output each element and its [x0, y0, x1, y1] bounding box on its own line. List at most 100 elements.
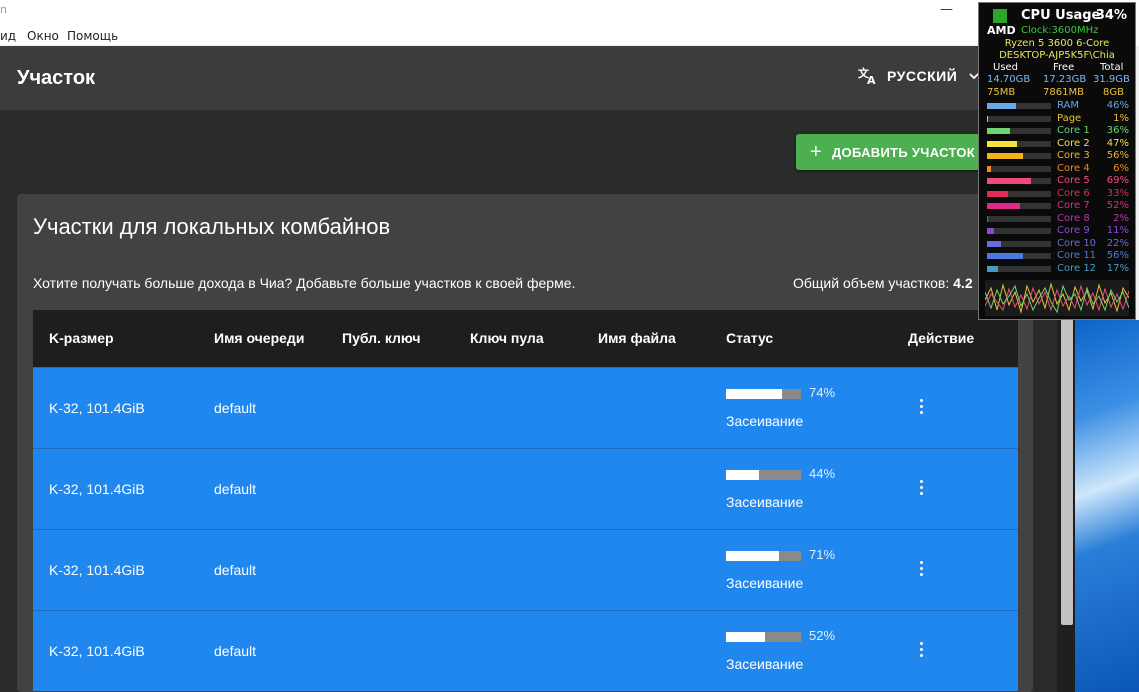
- cpu-total: 34%: [1095, 8, 1127, 23]
- page-title: Участок: [17, 67, 96, 89]
- header-status: Статус: [726, 330, 774, 346]
- meter-value: 47%: [1106, 137, 1129, 149]
- progress-fill: [726, 632, 765, 642]
- meter-row: Core 4 6%: [987, 163, 1129, 175]
- meter-value: 69%: [1106, 175, 1129, 186]
- table-row[interactable]: K-32, 101.4GiB default 74% Засеивание: [33, 367, 1018, 448]
- header-queue-name: Имя очереди: [214, 330, 305, 346]
- meter-value: 56%: [1106, 250, 1129, 261]
- meter-fill: [987, 215, 989, 222]
- meter-row: Core 5 69%: [987, 175, 1129, 187]
- cpu-usage-gadget[interactable]: AMD CPU Usage 34% Clock:3600MHz Ryzen 5 …: [978, 2, 1136, 320]
- page-used: 75MB: [987, 87, 1016, 98]
- progress-fill: [726, 389, 782, 399]
- cell-queue-name: default: [214, 481, 257, 497]
- progress-percent: 74%: [809, 385, 836, 400]
- meter-bar: [987, 240, 1051, 247]
- meter-row: Core 12 17%: [987, 263, 1129, 275]
- svg-text:A: A: [867, 74, 876, 85]
- cell-k-size: K-32, 101.4GiB: [49, 562, 145, 578]
- cpu-clock: Clock:3600MHz: [1021, 25, 1099, 36]
- meter-bar: [987, 228, 1051, 234]
- meter-bar: [987, 103, 1051, 109]
- header-action: Действие: [908, 330, 975, 346]
- desktop-wallpaper: [1075, 320, 1139, 692]
- meter-value: 56%: [1106, 150, 1129, 161]
- meter-value: 11%: [1106, 225, 1129, 236]
- meter-row: Page 1%: [987, 113, 1129, 125]
- table-row[interactable]: K-32, 101.4GiB default 52% Засеивание: [33, 610, 1018, 691]
- meter-value: 46%: [1106, 100, 1129, 111]
- meter-bar: [987, 153, 1051, 159]
- meter-row: Core 10 22%: [987, 238, 1129, 250]
- meter-bar: [987, 215, 1051, 222]
- status-label: Засеивание: [726, 494, 804, 510]
- meter-fill: [987, 253, 1023, 259]
- brand-label: AMD: [987, 24, 1016, 37]
- plus-icon: +: [810, 141, 822, 163]
- mem-header-total: Total: [1100, 62, 1124, 73]
- host-name: DESKTOP-AJP5K5F\Chia: [999, 50, 1115, 61]
- progress-bar: [726, 551, 801, 561]
- meter-row: Core 11 56%: [987, 250, 1129, 262]
- amd-logo: AMD: [987, 9, 1016, 37]
- language-selector[interactable]: 文 A РУССКИЙ: [858, 67, 988, 85]
- mem-header-used: Used: [993, 62, 1019, 73]
- meter-row: Core 1 36%: [987, 125, 1129, 137]
- menu-window[interactable]: Окно: [27, 29, 59, 43]
- cell-k-size: K-32, 101.4GiB: [49, 400, 145, 416]
- meter-row: Core 6 33%: [987, 188, 1129, 200]
- meter-value: 2%: [1113, 212, 1129, 224]
- cell-queue-name: default: [214, 643, 257, 659]
- meter-row: Core 3 56%: [987, 150, 1129, 162]
- window-title-fragment: n: [0, 3, 7, 16]
- page-total: 8GB: [1103, 87, 1124, 98]
- meter-value: 6%: [1113, 162, 1129, 174]
- header-public-key: Публ. ключ: [342, 330, 421, 346]
- table-row[interactable]: K-32, 101.4GiB default 71% Засеивание: [33, 529, 1018, 610]
- language-label: РУССКИЙ: [887, 68, 958, 84]
- meter-label: Core 9: [1057, 225, 1090, 236]
- translate-icon: 文 A: [858, 67, 876, 85]
- total-plot-size: Общий объем участков: 4.2: [793, 275, 973, 291]
- meter-value: 22%: [1106, 237, 1129, 249]
- cpu-history-graph: [985, 280, 1129, 316]
- more-actions-icon[interactable]: [916, 399, 926, 417]
- ram-total: 31.9GB: [1093, 74, 1130, 85]
- minimize-icon[interactable]: —: [940, 2, 953, 17]
- header-file-name: Имя файла: [598, 330, 676, 346]
- more-actions-icon[interactable]: [916, 480, 926, 498]
- more-actions-icon[interactable]: [916, 642, 926, 660]
- meter-label: Core 11: [1057, 250, 1097, 261]
- meter-fill: [987, 165, 991, 172]
- page-free: 7861MB: [1043, 87, 1084, 98]
- meter-value: 33%: [1106, 187, 1129, 199]
- meter-bar: [987, 128, 1051, 134]
- app-bar: Участок 文 A РУССКИЙ: [0, 46, 1075, 110]
- status-label: Засеивание: [726, 413, 804, 429]
- meter-bar: [987, 140, 1051, 147]
- menu-view[interactable]: ид: [0, 29, 16, 43]
- meter-label: Page: [1057, 112, 1082, 124]
- meter-row: Core 7 52%: [987, 200, 1129, 212]
- header-k-size: K-размер: [49, 330, 114, 346]
- status-label: Засеивание: [726, 575, 804, 591]
- meter-fill: [987, 240, 1002, 247]
- meter-label: Core 2: [1057, 137, 1090, 149]
- card-description: Хотите получать больше дохода в Чиа? Доб…: [33, 275, 576, 291]
- meter-bar: [987, 165, 1051, 172]
- add-plot-label: ДОБАВИТЬ УЧАСТОК: [831, 144, 976, 160]
- menu-help[interactable]: Помощь: [67, 29, 118, 43]
- progress-percent: 52%: [809, 628, 836, 643]
- meter-fill: [987, 178, 1032, 184]
- more-actions-icon[interactable]: [916, 561, 926, 579]
- meter-fill: [987, 265, 998, 272]
- card-title: Участки для локальных комбайнов: [33, 214, 391, 239]
- table-row[interactable]: K-32, 101.4GiB default 44% Засеивание: [33, 448, 1018, 529]
- progress-fill: [726, 551, 780, 561]
- window-menubar: n ид Окно Помощь —: [0, 0, 1139, 46]
- add-plot-button[interactable]: + ДОБАВИТЬ УЧАСТОК: [796, 134, 996, 170]
- meter-bar: [987, 265, 1051, 272]
- meter-row: Core 9 11%: [987, 225, 1129, 237]
- meter-label: Core 6: [1057, 187, 1090, 199]
